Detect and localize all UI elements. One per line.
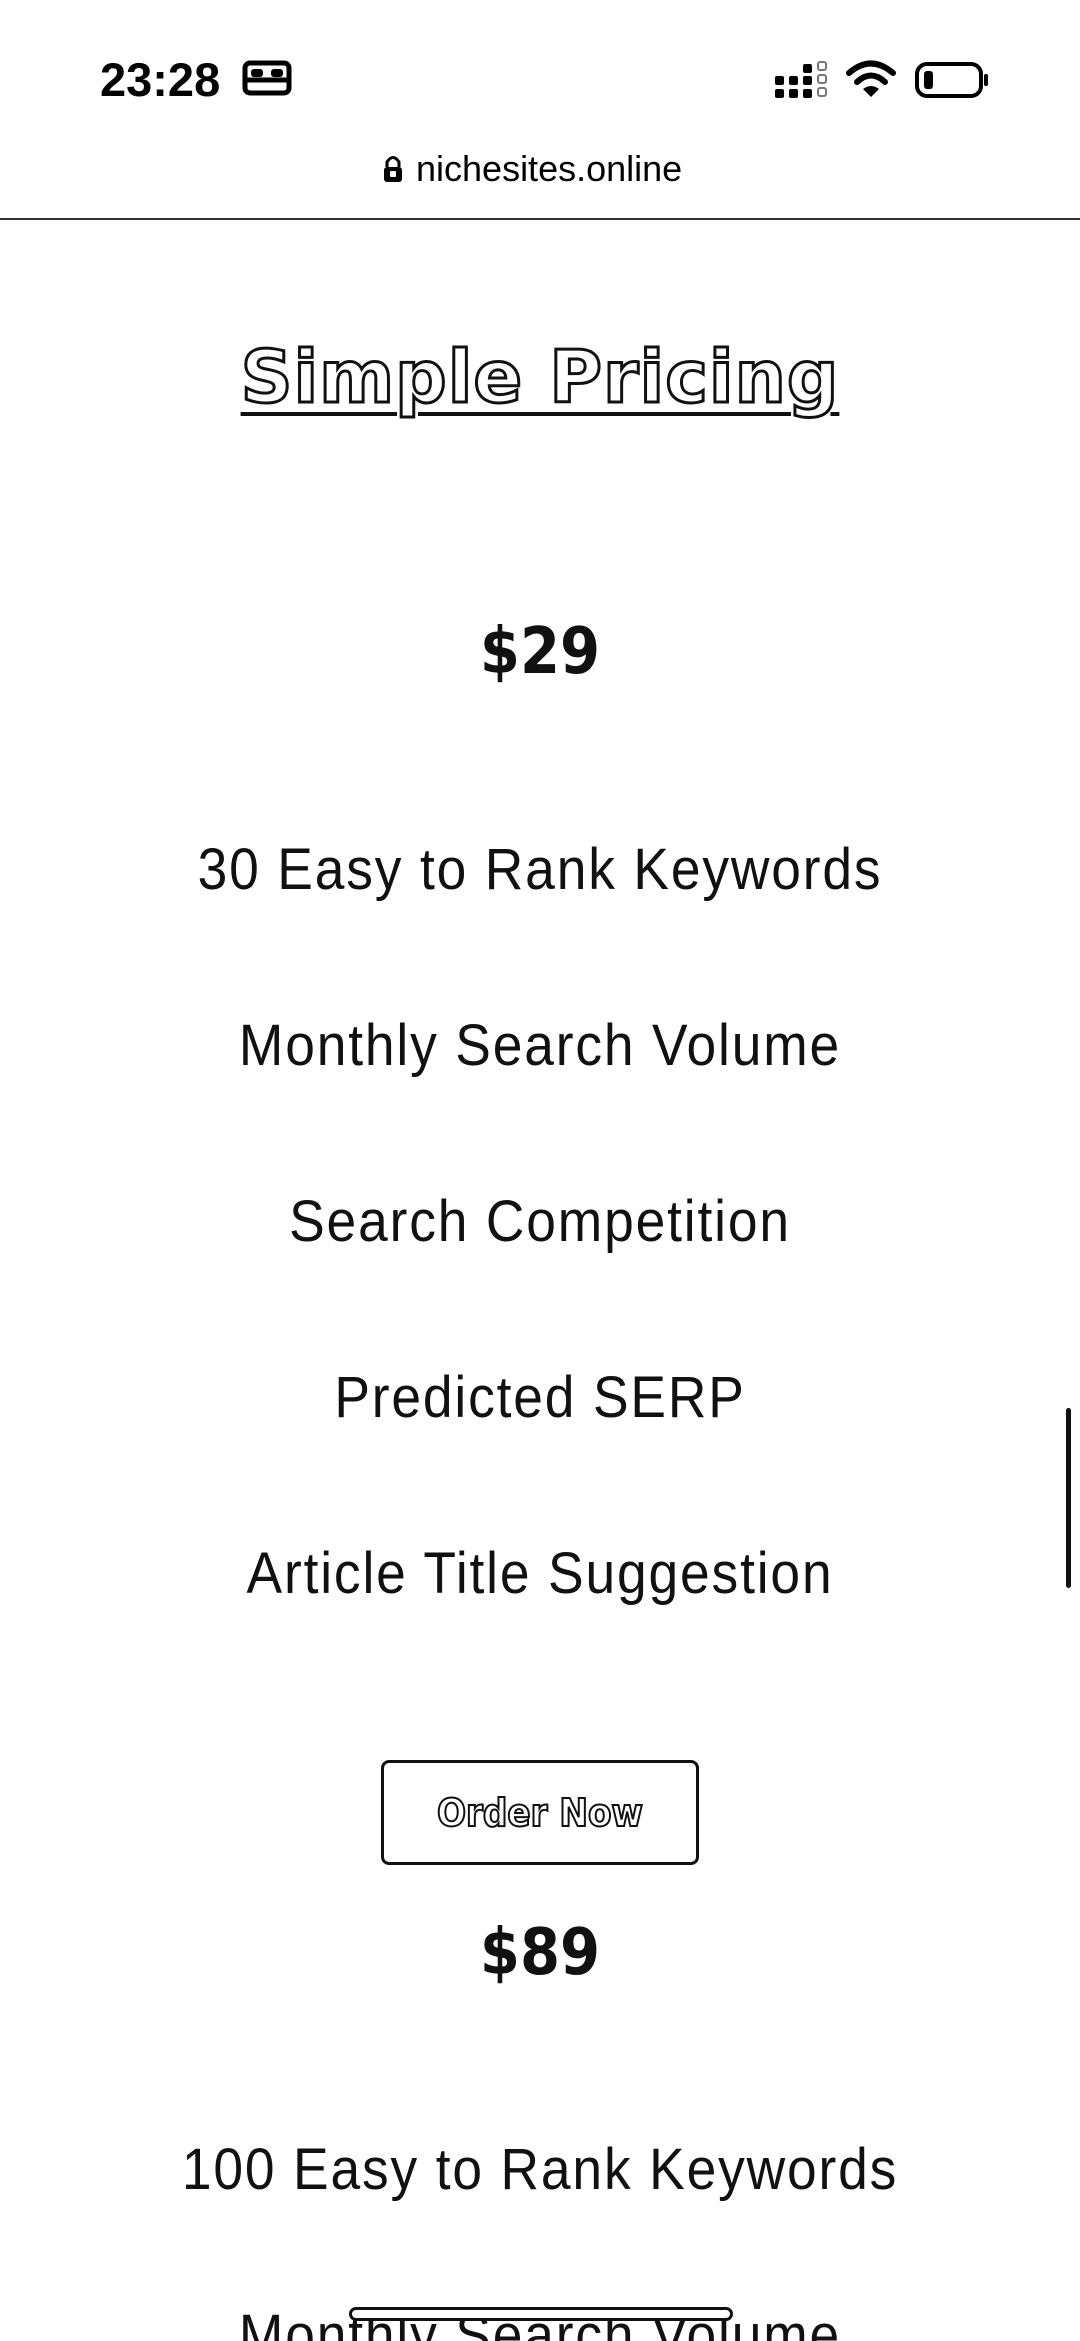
- plan-feature: Article Title Suggestion: [246, 1541, 834, 1606]
- lock-icon: [384, 156, 402, 182]
- scroll-indicator[interactable]: [1066, 1408, 1071, 1588]
- plan-feature: Monthly Search Volume: [238, 1013, 842, 1078]
- order-now-button[interactable]: Order Now: [381, 1760, 699, 1865]
- screen: 23:28 nichesites.online Simple Pricing $…: [0, 0, 1080, 2341]
- bed-icon: [242, 60, 292, 96]
- wifi-icon: [846, 60, 896, 97]
- home-indicator[interactable]: [349, 2307, 733, 2321]
- plan-price: $29: [479, 615, 601, 689]
- page-title: Simple Pricing: [239, 334, 840, 421]
- order-now-label: Order Now: [436, 1790, 644, 1836]
- plan-feature: Predicted SERP: [334, 1365, 746, 1430]
- plan-feature: 100 Easy to Rank Keywords: [181, 2137, 899, 2202]
- signal-icon: [775, 61, 827, 98]
- battery-icon: [915, 62, 988, 98]
- plan-feature: 30 Easy to Rank Keywords: [197, 837, 883, 902]
- status-time: 23:28: [100, 53, 221, 106]
- url-text[interactable]: nichesites.online: [416, 148, 682, 190]
- status-bar: 23:28: [0, 0, 1080, 140]
- plan-feature: Search Competition: [289, 1189, 791, 1254]
- address-bar[interactable]: nichesites.online: [0, 140, 1080, 220]
- plan-price: $89: [479, 1916, 601, 1990]
